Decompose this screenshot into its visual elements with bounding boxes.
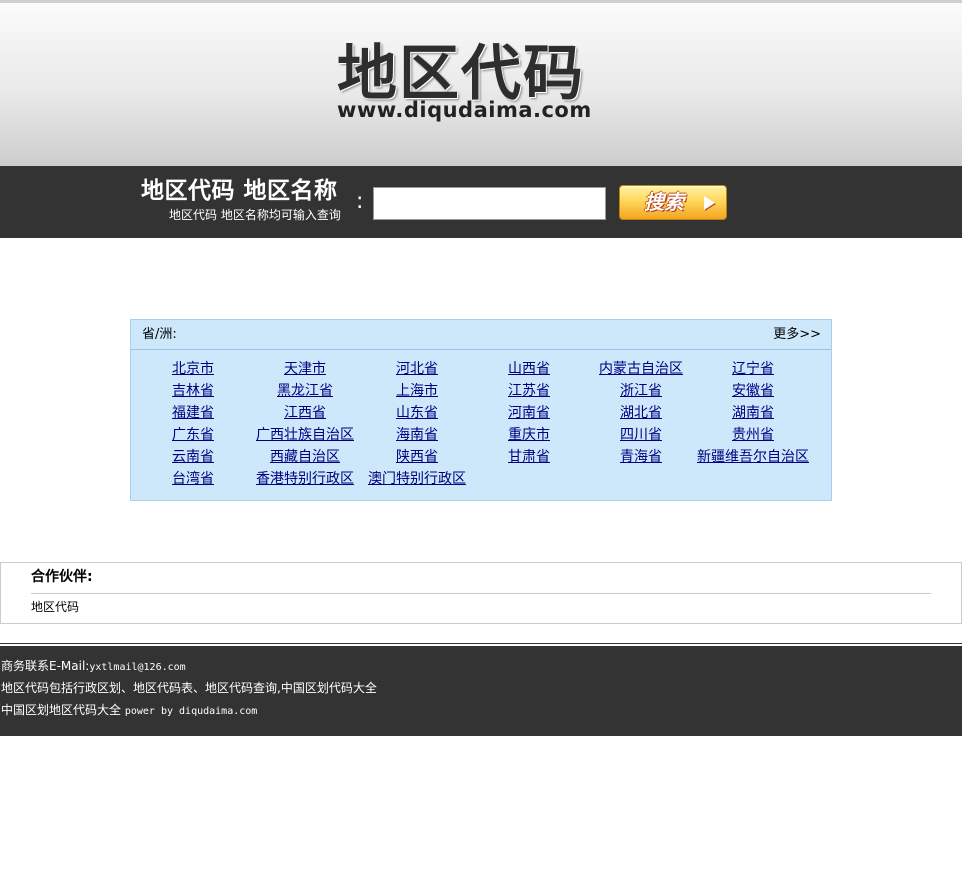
- region-link[interactable]: 甘肃省: [473, 448, 585, 466]
- region-link[interactable]: 新疆维吾尔自治区: [697, 448, 809, 466]
- region-link[interactable]: 福建省: [137, 404, 249, 422]
- site-logo[interactable]: 地区代码 www.diqudaima.com: [337, 41, 597, 122]
- region-link[interactable]: 台湾省: [137, 470, 249, 488]
- region-link[interactable]: 上海市: [361, 382, 473, 400]
- region-link[interactable]: 吉林省: [137, 382, 249, 400]
- region-link[interactable]: 内蒙古自治区: [585, 360, 697, 378]
- region-link[interactable]: 广西壮族自治区: [249, 426, 361, 444]
- footer-divider: [0, 643, 962, 644]
- region-link[interactable]: 湖南省: [697, 404, 809, 422]
- region-panel: 省/洲: 更多>> 北京市 天津市 河北省 山西省 内蒙古自治区 辽宁省吉林省 黑龙江省 上海…: [130, 319, 832, 501]
- region-link[interactable]: 河北省: [361, 360, 473, 378]
- region-link[interactable]: 安徽省: [697, 382, 809, 400]
- region-link[interactable]: 北京市: [137, 360, 249, 378]
- region-link[interactable]: 江西省: [249, 404, 361, 422]
- region-link[interactable]: 陕西省: [361, 448, 473, 466]
- region-link[interactable]: 江苏省: [473, 382, 585, 400]
- region-link[interactable]: 贵州省: [697, 426, 809, 444]
- footer-email-label: 商务联系E-Mail:: [1, 659, 90, 673]
- region-link[interactable]: 浙江省: [585, 382, 697, 400]
- region-link[interactable]: 青海省: [585, 448, 697, 466]
- site-header: 地区代码 www.diqudaima.com: [0, 0, 962, 166]
- search-button-label: 搜索: [644, 190, 684, 214]
- footer-contact: 商务联系E-Mail:yxtlmail@126.com: [1, 658, 186, 676]
- search-bar: 地区代码 地区名称 地区代码 地区名称均可输入查询 : 搜索: [0, 166, 962, 238]
- region-link[interactable]: 海南省: [361, 426, 473, 444]
- footer-credit-prefix: 中国区划地区代码大全: [1, 703, 122, 717]
- region-link[interactable]: 黑龙江省: [249, 382, 361, 400]
- region-link[interactable]: 云南省: [137, 448, 249, 466]
- search-colon: :: [356, 189, 364, 214]
- region-link[interactable]: 天津市: [249, 360, 361, 378]
- site-footer: 商务联系E-Mail:yxtlmail@126.com 地区代码包括行政区划、地…: [0, 646, 962, 736]
- region-link[interactable]: 广东省: [137, 426, 249, 444]
- region-link[interactable]: 重庆市: [473, 426, 585, 444]
- region-panel-title: 省/洲:: [142, 327, 177, 342]
- search-button[interactable]: 搜索: [619, 185, 727, 220]
- footer-credit: 中国区划地区代码大全 power by diqudaima.com: [1, 702, 257, 720]
- partner-link[interactable]: 地区代码: [31, 599, 79, 615]
- region-link[interactable]: 湖北省: [585, 404, 697, 422]
- region-link[interactable]: 香港特别行政区: [249, 470, 361, 488]
- search-input[interactable]: [373, 187, 606, 220]
- partners-title: 合作伙伴:: [31, 569, 93, 585]
- region-link[interactable]: 山西省: [473, 360, 585, 378]
- footer-email: yxtlmail@126.com: [89, 662, 186, 673]
- region-link[interactable]: 澳门特别行政区: [361, 470, 473, 488]
- footer-credit-suffix: power by diqudaima.com: [124, 706, 258, 717]
- region-link[interactable]: 辽宁省: [697, 360, 809, 378]
- partners-divider: [31, 593, 931, 594]
- region-link[interactable]: 河南省: [473, 404, 585, 422]
- partners-section: 合作伙伴: 地区代码: [0, 562, 962, 624]
- region-link[interactable]: 西藏自治区: [249, 448, 361, 466]
- search-title: 地区代码 地区名称: [141, 178, 338, 204]
- footer-description: 地区代码包括行政区划、地区代码表、地区代码查询,中国区划代码大全: [1, 681, 377, 695]
- logo-url: www.diqudaima.com: [337, 98, 592, 122]
- more-link[interactable]: 更多>>: [773, 326, 821, 343]
- region-link[interactable]: 山东省: [361, 404, 473, 422]
- region-panel-header: 省/洲: 更多>>: [131, 320, 831, 350]
- region-link[interactable]: 四川省: [585, 426, 697, 444]
- play-arrow-icon: [704, 196, 715, 210]
- search-hint: 地区代码 地区名称均可输入查询: [169, 208, 341, 222]
